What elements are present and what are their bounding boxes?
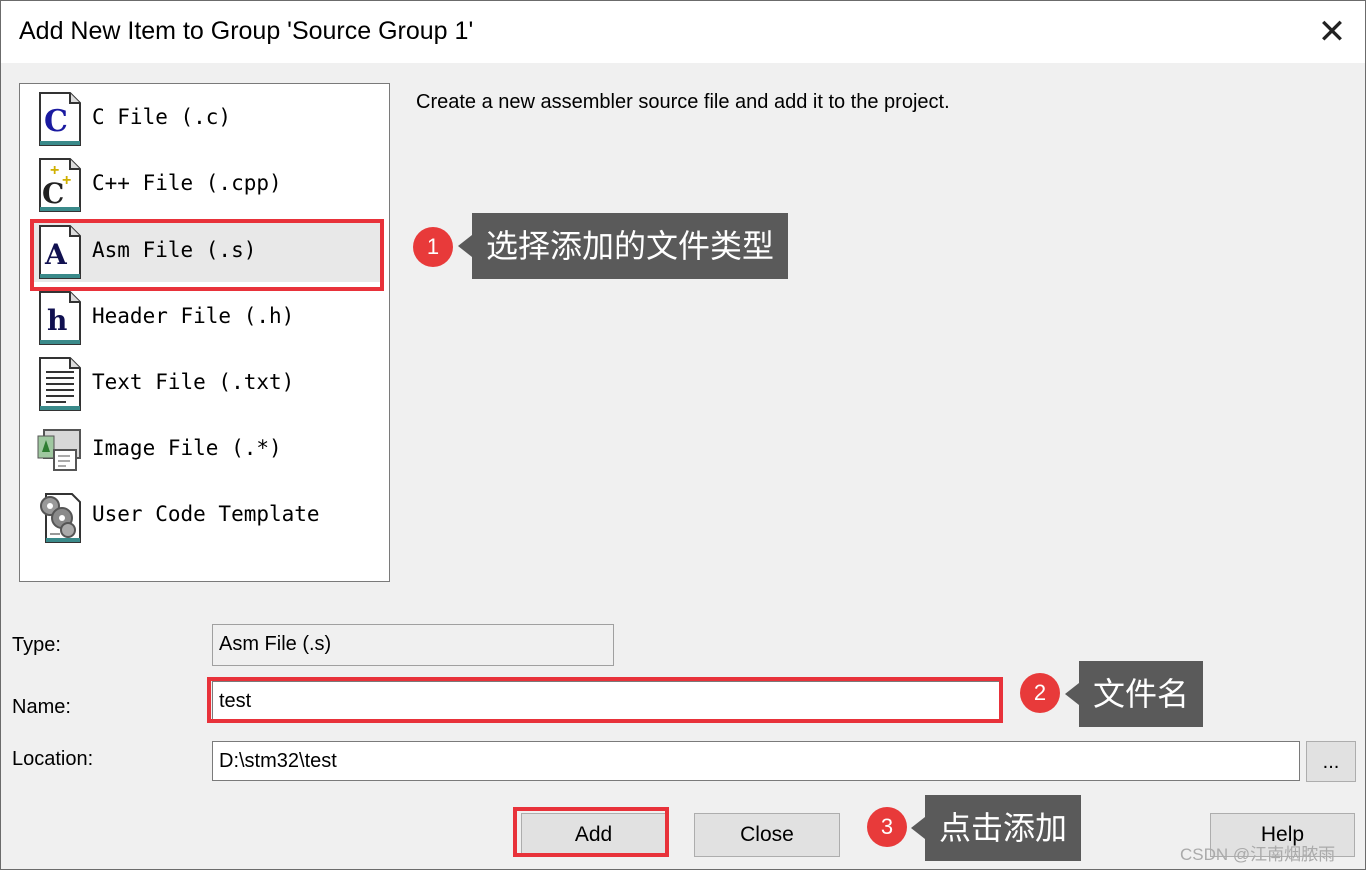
svg-text:C: C bbox=[44, 104, 68, 139]
location-input[interactable] bbox=[212, 741, 1300, 781]
browse-button[interactable]: ... bbox=[1306, 741, 1356, 782]
annotation-badge-3: 3 bbox=[867, 807, 907, 847]
close-button[interactable]: Close bbox=[694, 813, 840, 857]
list-item-label: Header File (.h) bbox=[92, 304, 295, 328]
annotation-callout-3: 点击添加 bbox=[910, 795, 1082, 861]
list-item-text-file[interactable]: Text File (.txt) bbox=[34, 352, 384, 414]
list-item-image-file[interactable]: Image File (.*) bbox=[34, 418, 384, 480]
list-item-asm-file[interactable]: A Asm File (.s) bbox=[34, 220, 384, 282]
title-bar: Add New Item to Group 'Source Group 1' ✕ bbox=[1, 1, 1365, 63]
type-value: Asm File (.s) bbox=[219, 633, 332, 655]
type-field: Asm File (.s) bbox=[212, 624, 614, 666]
annotation-callout-1: 选择添加的文件类型 bbox=[457, 213, 789, 279]
list-item-label: C++ File (.cpp) bbox=[92, 171, 282, 195]
list-item-header-file[interactable]: h Header File (.h) bbox=[34, 286, 384, 348]
list-item-label: Asm File (.s) bbox=[92, 238, 257, 262]
image-file-icon bbox=[37, 429, 81, 471]
annotation-badge-2: 2 bbox=[1020, 673, 1060, 713]
svg-text:h: h bbox=[47, 304, 67, 337]
svg-text:C: C bbox=[42, 177, 64, 210]
gears-template-icon bbox=[40, 493, 81, 543]
dialog-title: Add New Item to Group 'Source Group 1' bbox=[19, 17, 474, 45]
list-item-user-code-template[interactable]: User Code Template bbox=[34, 484, 384, 546]
list-item-cpp-file[interactable]: + + C C++ File (.cpp) bbox=[34, 153, 384, 215]
list-item-label: User Code Template bbox=[92, 502, 320, 526]
list-item-c-file[interactable]: C C File (.c) bbox=[34, 87, 384, 149]
item-description: Create a new assembler source file and a… bbox=[416, 91, 950, 113]
watermark: CSDN @江南烟脓雨 bbox=[1180, 845, 1336, 864]
type-label: Type: bbox=[12, 634, 61, 656]
annotation-badge-1: 1 bbox=[413, 227, 453, 267]
add-button[interactable]: Add bbox=[521, 813, 666, 857]
file-type-list[interactable]: C C File (.c) + + C C++ File (.cpp) A As… bbox=[19, 83, 390, 582]
cpp-file-icon: + + C bbox=[39, 158, 81, 212]
location-label: Location: bbox=[12, 748, 94, 770]
text-file-icon bbox=[39, 357, 81, 411]
list-item-label: Image File (.*) bbox=[92, 436, 282, 460]
name-input[interactable] bbox=[212, 681, 1001, 721]
name-label: Name: bbox=[12, 696, 71, 718]
svg-text:A: A bbox=[44, 238, 68, 271]
close-icon[interactable]: ✕ bbox=[1311, 11, 1353, 53]
c-file-icon: C bbox=[39, 92, 81, 146]
annotation-callout-2: 文件名 bbox=[1064, 661, 1204, 727]
header-file-icon: h bbox=[39, 291, 81, 345]
add-new-item-dialog: Add New Item to Group 'Source Group 1' ✕… bbox=[0, 0, 1366, 870]
list-item-label: C File (.c) bbox=[92, 105, 232, 129]
asm-file-icon: A bbox=[39, 225, 81, 279]
list-item-label: Text File (.txt) bbox=[92, 370, 295, 394]
